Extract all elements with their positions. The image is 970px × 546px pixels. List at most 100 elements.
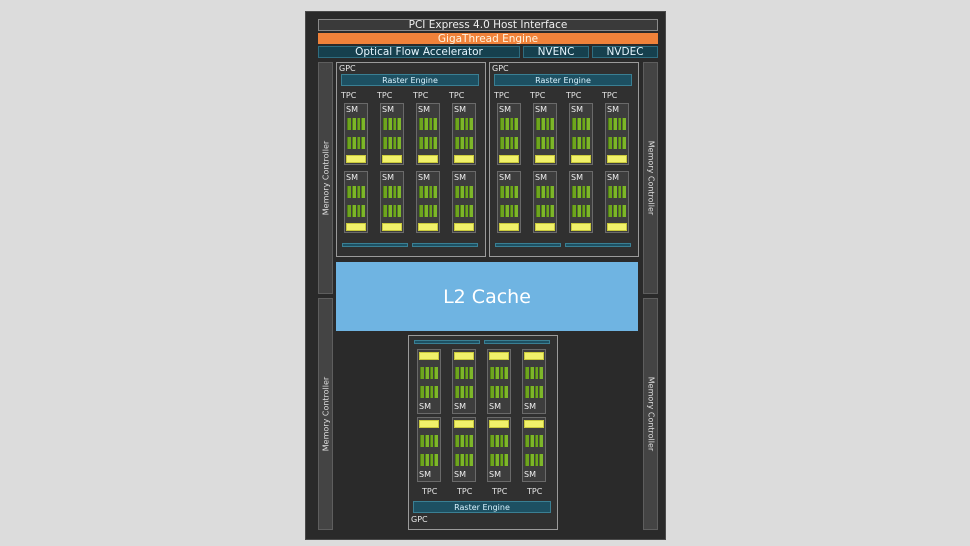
rt-core: [346, 155, 366, 163]
cuda-core-slice: [581, 205, 586, 217]
cuda-core-slice: [514, 186, 518, 198]
cuda-cores: [347, 205, 365, 217]
cuda-core-slice: [469, 205, 473, 217]
sm-label: SM: [607, 173, 619, 182]
cuda-core-slice: [464, 137, 469, 149]
cuda-core-slice: [347, 186, 351, 198]
rt-core: [607, 155, 627, 163]
cuda-core-slice: [490, 435, 494, 447]
cuda-core-slice: [356, 118, 361, 130]
rt-core: [418, 223, 438, 231]
cuda-core-slice: [455, 186, 459, 198]
cuda-core-slice: [429, 454, 434, 466]
rt-core: [489, 420, 509, 428]
cuda-core-slice: [586, 137, 590, 149]
cuda-core-slice: [392, 137, 397, 149]
rt-core: [454, 420, 474, 428]
l1-strip: [495, 243, 561, 247]
cuda-core-slice: [536, 186, 540, 198]
rt-core: [571, 223, 591, 231]
cuda-cores: [455, 386, 473, 398]
rt-core: [382, 155, 402, 163]
cuda-core-slice: [424, 367, 429, 379]
cuda-cores: [572, 137, 590, 149]
cuda-core-slice: [509, 186, 514, 198]
cuda-core-slice: [550, 186, 554, 198]
cuda-cores: [420, 435, 438, 447]
cuda-cores: [525, 435, 543, 447]
tpc-label: TPC: [602, 91, 618, 100]
cuda-core-slice: [581, 186, 586, 198]
l1-strip: [414, 340, 480, 344]
cuda-core-slice: [459, 367, 464, 379]
cuda-core-slice: [356, 205, 361, 217]
sm-label: SM: [535, 105, 547, 114]
cuda-core-slice: [387, 205, 392, 217]
cuda-core-slice: [464, 186, 469, 198]
cuda-cores: [455, 205, 473, 217]
nvdec-block: NVDEC: [592, 46, 658, 58]
cuda-core-slice: [572, 118, 576, 130]
cuda-core-slice: [429, 386, 434, 398]
nvenc-block: NVENC: [523, 46, 589, 58]
cuda-core-slice: [534, 386, 539, 398]
cuda-cores: [490, 367, 508, 379]
cuda-cores: [500, 205, 518, 217]
cuda-core-slice: [545, 186, 550, 198]
cuda-core-slice: [423, 137, 428, 149]
rt-core: [607, 223, 627, 231]
cuda-core-slice: [423, 205, 428, 217]
cuda-core-slice: [550, 118, 554, 130]
cuda-cores: [536, 118, 554, 130]
cuda-core-slice: [504, 186, 509, 198]
cuda-core-slice: [424, 435, 429, 447]
cuda-core-slice: [455, 205, 459, 217]
cuda-core-slice: [586, 118, 590, 130]
cuda-cores: [455, 435, 473, 447]
cuda-core-slice: [433, 137, 437, 149]
cuda-core-slice: [529, 435, 534, 447]
cuda-core-slice: [545, 205, 550, 217]
cuda-core-slice: [464, 205, 469, 217]
cuda-core-slice: [550, 137, 554, 149]
cuda-cores: [455, 367, 473, 379]
cuda-core-slice: [514, 205, 518, 217]
cuda-core-slice: [469, 186, 473, 198]
cuda-core-slice: [504, 118, 509, 130]
sm-label: SM: [382, 105, 394, 114]
cuda-core-slice: [499, 454, 504, 466]
sm-label: SM: [418, 105, 430, 114]
cuda-cores: [536, 137, 554, 149]
cuda-core-slice: [361, 118, 365, 130]
cuda-core-slice: [469, 386, 473, 398]
cuda-cores: [419, 137, 437, 149]
cuda-cores: [490, 435, 508, 447]
cuda-core-slice: [455, 454, 459, 466]
cuda-core-slice: [504, 367, 508, 379]
cuda-core-slice: [499, 435, 504, 447]
cuda-core-slice: [459, 386, 464, 398]
cuda-core-slice: [509, 137, 514, 149]
cuda-core-slice: [490, 386, 494, 398]
cuda-cores: [572, 118, 590, 130]
cuda-cores: [420, 367, 438, 379]
sm-label: SM: [382, 173, 394, 182]
cuda-core-slice: [539, 367, 543, 379]
l1-strip: [412, 243, 478, 247]
cuda-core-slice: [455, 435, 459, 447]
cuda-core-slice: [455, 137, 459, 149]
sm-label: SM: [499, 105, 511, 114]
cuda-core-slice: [504, 137, 509, 149]
cuda-cores: [419, 186, 437, 198]
cuda-cores: [500, 186, 518, 198]
sm-label: SM: [524, 402, 536, 411]
cuda-core-slice: [622, 137, 626, 149]
sm-label: SM: [607, 105, 619, 114]
rt-core: [419, 352, 439, 360]
cuda-core-slice: [455, 118, 459, 130]
cuda-core-slice: [525, 435, 529, 447]
cuda-core-slice: [539, 386, 543, 398]
cuda-core-slice: [572, 205, 576, 217]
cuda-core-slice: [514, 137, 518, 149]
l1-strip: [484, 340, 550, 344]
